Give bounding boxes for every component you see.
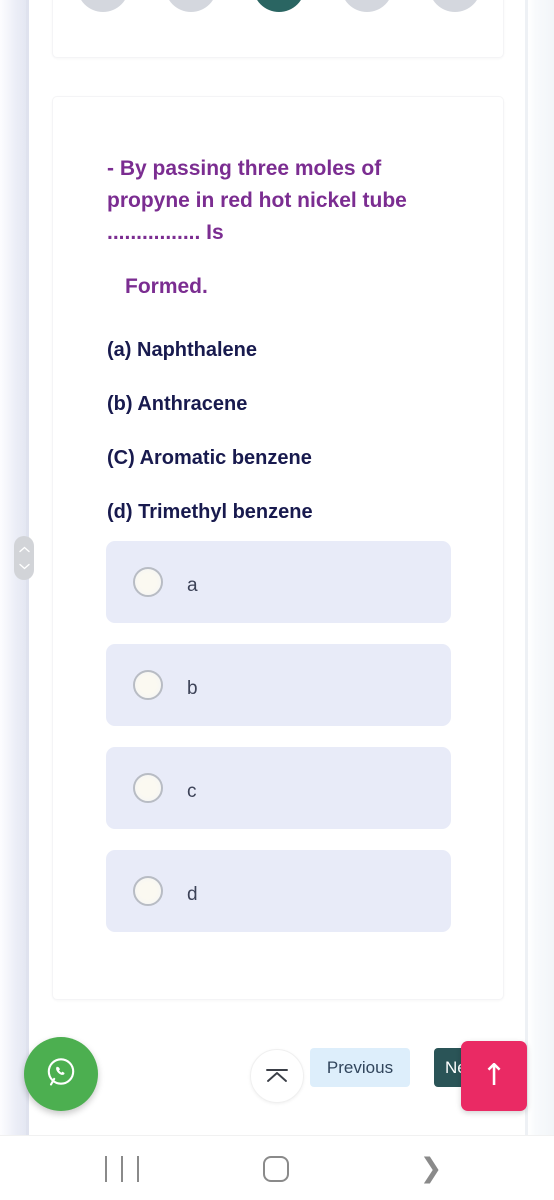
collapse-up-icon	[264, 1064, 290, 1089]
radio-button-d[interactable]	[133, 876, 163, 906]
page-scroll-thumb[interactable]	[14, 536, 34, 580]
progress-dot-2[interactable]	[165, 0, 217, 12]
progress-dot-4[interactable]	[341, 0, 393, 12]
answer-label-d: d	[187, 883, 198, 905]
answer-option-a[interactable]: a	[106, 541, 451, 623]
question-line-3: ................ Is	[107, 221, 224, 244]
mobile-screen: - By passing three moles of propyne in r…	[0, 0, 554, 1200]
radio-button-c[interactable]	[133, 773, 163, 803]
answer-label-c: c	[187, 780, 197, 802]
arrow-up-icon: ↑	[481, 1058, 507, 1093]
option-text-b: (b) Anthracene	[107, 393, 248, 415]
question-line-1: - By passing three moles of	[107, 157, 382, 180]
chevron-up-icon	[18, 546, 30, 553]
answer-option-b[interactable]: b	[106, 644, 451, 726]
radio-button-a[interactable]	[133, 567, 163, 597]
question-card: - By passing three moles of propyne in r…	[52, 96, 504, 1000]
option-text-a: (a) Naphthalene	[107, 339, 258, 361]
progress-dot-1[interactable]	[77, 0, 129, 12]
home-icon[interactable]	[263, 1156, 289, 1182]
option-text-d: (d) Trimethyl benzene	[107, 501, 313, 523]
question-options-list: (a) Naphthalene (b) Anthracene (C) Aroma…	[107, 323, 467, 539]
page-right-gutter	[528, 0, 554, 1135]
progress-dot-3-active[interactable]	[253, 0, 305, 12]
previous-button[interactable]: Previous	[310, 1048, 410, 1087]
question-text: - By passing three moles of propyne in r…	[107, 153, 437, 303]
question-progress-dots	[53, 0, 505, 15]
recents-icon[interactable]	[105, 1156, 139, 1182]
answer-choice-list: a b c d	[106, 541, 451, 953]
question-line-4: Formed.	[125, 275, 208, 298]
chevron-down-icon	[18, 563, 30, 570]
progress-dot-5[interactable]	[429, 0, 481, 12]
answer-option-d[interactable]: d	[106, 850, 451, 932]
answer-label-a: a	[187, 574, 198, 596]
chevron-right-icon[interactable]: ❯	[415, 1152, 447, 1184]
radio-button-b[interactable]	[133, 670, 163, 700]
question-line-2: propyne in red hot nickel tube	[107, 189, 407, 212]
answer-label-b: b	[187, 677, 198, 699]
option-text-c: (C) Aromatic benzene	[107, 447, 312, 469]
whatsapp-share-button[interactable]	[24, 1037, 98, 1111]
scroll-up-fab[interactable]: ↑	[461, 1041, 527, 1111]
progress-card	[52, 0, 504, 58]
android-nav-bar: ❯	[0, 1135, 554, 1200]
scroll-to-top-button[interactable]	[250, 1049, 304, 1103]
whatsapp-icon	[42, 1053, 80, 1096]
answer-option-c[interactable]: c	[106, 747, 451, 829]
